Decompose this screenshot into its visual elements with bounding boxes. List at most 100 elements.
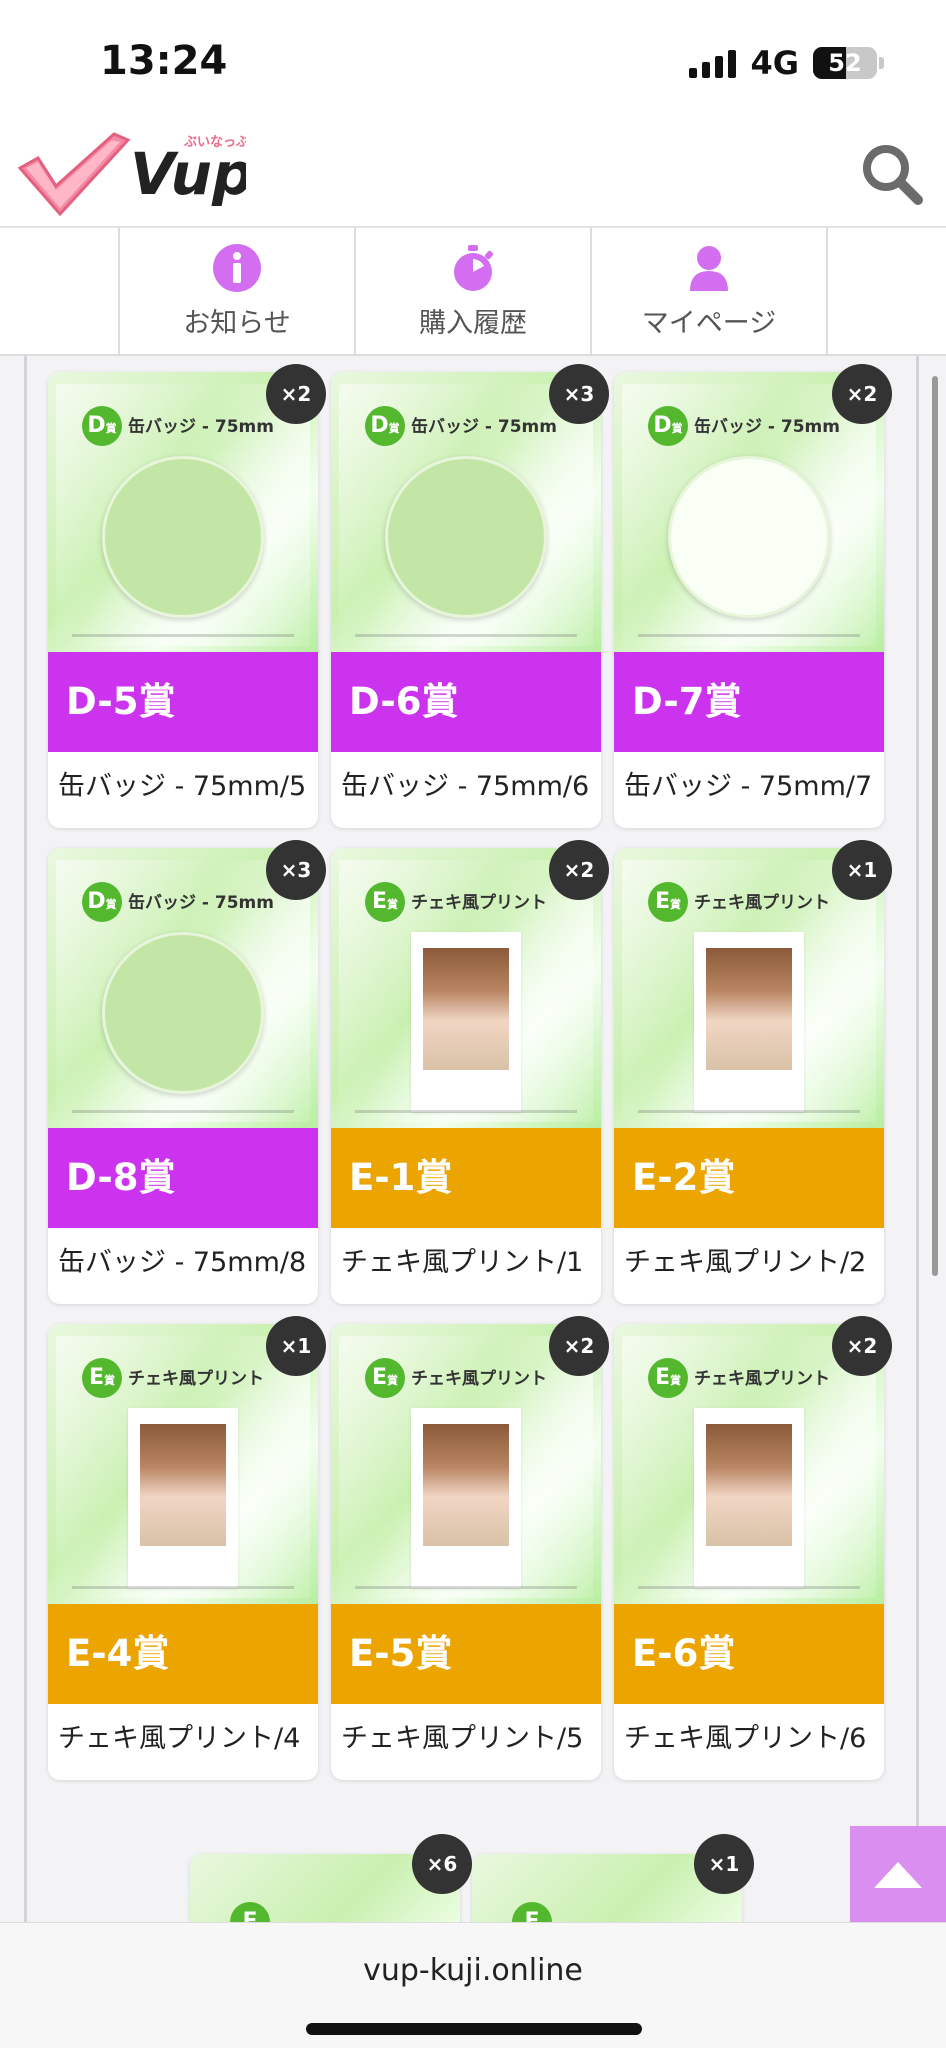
prize-grade-band: E-6賞 xyxy=(614,1604,884,1704)
can-badge-image xyxy=(102,932,264,1094)
prize-grade-band: D-7賞 xyxy=(614,652,884,752)
logo-text: Vup xyxy=(130,140,246,208)
image-title: チェキ風プリント xyxy=(694,893,830,913)
prize-card[interactable]: E賞 チェキ風プリント ×1 E-4賞 チェキ風プリント/4 xyxy=(48,1316,326,1780)
frame-line-right xyxy=(916,356,919,1922)
prize-list[interactable]: D賞 缶バッジ - 75mm ×2 D-5賞 缶バッジ - 75mm/5 D賞 … xyxy=(0,356,946,1922)
prize-grade-band: D-5賞 xyxy=(48,652,318,752)
prize-grade-band: E-1賞 xyxy=(331,1128,601,1228)
prize-description: チェキ風プリント/2 xyxy=(624,1247,867,1278)
prize-card[interactable]: E賞 チェキ風プリント ×2 E-5賞 チェキ風プリント/5 xyxy=(331,1316,609,1780)
image-title: チェキ風プリント xyxy=(694,1369,830,1389)
count-badge: ×2 xyxy=(549,840,609,900)
fine-print xyxy=(72,1110,294,1113)
cheki-print-image xyxy=(411,1408,521,1588)
grade-badge: D賞 xyxy=(365,406,405,446)
nav-item-news[interactable]: お知らせ xyxy=(120,228,356,354)
cheki-print-image xyxy=(128,1408,238,1588)
nav-label-history: 購入履歴 xyxy=(419,307,527,339)
back-to-top-button[interactable] xyxy=(850,1826,946,1922)
vup-logo[interactable]: Vup ぶいなっぷ xyxy=(16,128,246,218)
count-badge: ×3 xyxy=(266,840,326,900)
image-title: チェキ風プリント xyxy=(411,1369,547,1389)
prize-grade-band: E-5賞 xyxy=(331,1604,601,1704)
can-badge-image xyxy=(102,456,264,618)
count-badge: ×6 xyxy=(412,1834,472,1894)
nav-spacer-right xyxy=(828,228,946,354)
grade-badge: D賞 xyxy=(648,406,688,446)
character-photo xyxy=(706,948,792,1070)
can-badge-image xyxy=(385,456,547,618)
user-icon xyxy=(690,245,728,291)
info-icon xyxy=(213,243,261,292)
count-badge: ×1 xyxy=(832,840,892,900)
prize-card[interactable]: D賞 缶バッジ - 75mm ×3 D-6賞 缶バッジ - 75mm/6 xyxy=(331,364,609,828)
status-bar: 13:24 4G 52 xyxy=(0,0,946,120)
fine-print xyxy=(355,634,577,637)
home-indicator[interactable] xyxy=(306,2023,642,2035)
image-title: チェキ風プリント xyxy=(411,893,547,913)
status-indicators: 4G 52 xyxy=(689,44,884,82)
prize-card[interactable]: D賞 缶バッジ - 75mm ×2 D-7賞 缶バッジ - 75mm/7 xyxy=(614,364,892,828)
character-photo xyxy=(140,1424,226,1546)
url-bar[interactable]: vup-kuji.online xyxy=(0,1953,946,1988)
image-title: 缶バッジ - 75mm xyxy=(411,417,557,437)
image-title: 缶バッジ - 75mm xyxy=(128,417,274,437)
scrollbar[interactable] xyxy=(932,376,938,1276)
search-icon[interactable] xyxy=(856,138,926,208)
count-badge: ×2 xyxy=(549,1316,609,1376)
cheki-print-image xyxy=(694,932,804,1112)
grade-badge: E賞 xyxy=(365,1358,405,1398)
grade-badge: E賞 xyxy=(82,1358,122,1398)
cheki-print-image xyxy=(694,1408,804,1588)
grade-badge: E賞 xyxy=(365,882,405,922)
nav-item-mypage[interactable]: マイページ xyxy=(592,228,828,354)
stopwatch-icon xyxy=(454,244,494,291)
count-badge: ×2 xyxy=(832,1316,892,1376)
prize-card[interactable]: D賞 缶バッジ - 75mm ×3 D-8賞 缶バッジ - 75mm/8 xyxy=(48,840,326,1304)
network-label: 4G xyxy=(750,44,799,82)
prize-card[interactable]: E賞 チェキ風プリント ×1 E-2賞 チェキ風プリント/2 xyxy=(614,840,892,1304)
prize-grid: D賞 缶バッジ - 75mm ×2 D-5賞 缶バッジ - 75mm/5 D賞 … xyxy=(48,364,892,1780)
can-badge-image xyxy=(668,456,830,618)
prize-card[interactable]: E賞 チェキ風プリント ×2 E-1賞 チェキ風プリント/1 xyxy=(331,840,609,1304)
prize-description: 缶バッジ - 75mm/7 xyxy=(624,771,873,802)
prize-description: チェキ風プリント/6 xyxy=(624,1723,867,1754)
nav-label-news: お知らせ xyxy=(183,307,291,339)
cheki-print-image xyxy=(411,932,521,1112)
image-title: 缶バッジ - 75mm xyxy=(694,417,840,437)
fine-print xyxy=(638,1586,860,1589)
arrow-up-icon xyxy=(874,1862,922,1888)
count-badge: ×3 xyxy=(549,364,609,424)
fine-print xyxy=(355,1586,577,1589)
prize-description: チェキ風プリント/5 xyxy=(341,1723,584,1754)
fine-print xyxy=(638,1110,860,1113)
signal-icon xyxy=(689,48,737,78)
prize-grade-band: D-6賞 xyxy=(331,652,601,752)
prize-grade-band: E-4賞 xyxy=(48,1604,318,1704)
battery-cap xyxy=(879,57,884,69)
prize-card[interactable]: E賞 チェキ風プリント ×2 E-6賞 チェキ風プリント/6 xyxy=(614,1316,892,1780)
prize-description: 缶バッジ - 75mm/8 xyxy=(58,1247,307,1278)
main-nav: お知らせ 購入履歴 マイページ xyxy=(0,228,946,356)
character-photo xyxy=(423,1424,509,1546)
prize-description: チェキ風プリント/4 xyxy=(58,1723,301,1754)
nav-item-history[interactable]: 購入履歴 xyxy=(356,228,592,354)
image-title: 缶バッジ - 75mm xyxy=(128,893,274,913)
partial-row: E ×6 E ×1 xyxy=(190,1834,754,1922)
status-time: 13:24 xyxy=(100,38,228,84)
prize-description: 缶バッジ - 75mm/5 xyxy=(58,771,307,802)
frame-line-left xyxy=(24,356,27,1922)
prize-card[interactable]: D賞 缶バッジ - 75mm ×2 D-5賞 缶バッジ - 75mm/5 xyxy=(48,364,326,828)
prize-grade-band: E-2賞 xyxy=(614,1128,884,1228)
fine-print xyxy=(72,1586,294,1589)
battery-icon: 52 xyxy=(813,47,877,79)
browser-bottom-bar: vup-kuji.online xyxy=(0,1922,946,2048)
grade-badge: D賞 xyxy=(82,406,122,446)
site-header: Vup ぶいなっぷ xyxy=(0,120,946,228)
fine-print xyxy=(638,634,860,637)
count-badge: ×1 xyxy=(266,1316,326,1376)
nav-spacer xyxy=(0,228,120,354)
character-photo xyxy=(423,948,509,1070)
fine-print xyxy=(355,1110,577,1113)
